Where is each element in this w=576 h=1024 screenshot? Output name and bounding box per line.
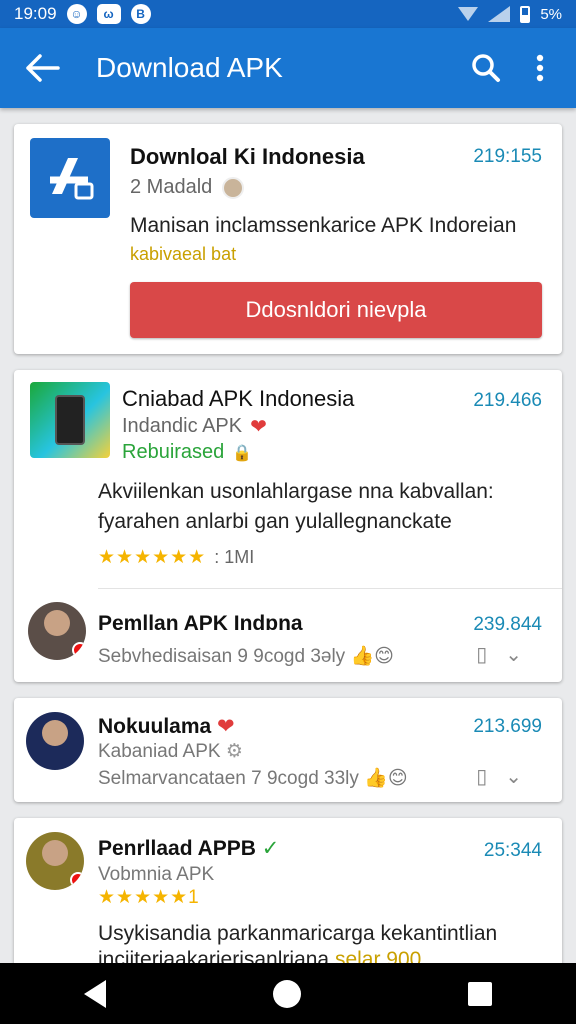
- chevron-down-icon[interactable]: ⌄: [505, 642, 522, 667]
- description-highlight: selar 900: [334, 948, 422, 963]
- card-number: 219:155: [473, 146, 542, 167]
- card-title: Nokuulama: [98, 715, 212, 738]
- app-icon: [30, 382, 110, 458]
- card-subtitle-row: 2 Madald: [130, 176, 245, 199]
- status-dot-icon: [70, 872, 84, 888]
- card-subtitle: Vobmnia APK: [98, 864, 215, 885]
- item-title: Pemllan APK Indɒna: [98, 612, 303, 635]
- description-text: inciiteriaakarierisanlriana: [98, 948, 330, 963]
- download-button[interactable]: Ddosnldori nievpla: [130, 282, 542, 338]
- arrow-back-icon: [26, 54, 60, 82]
- avatar: [26, 832, 84, 890]
- divider: [98, 588, 562, 589]
- app-card[interactable]: Cniabad APK Indonesia 219.466 Indandic A…: [14, 370, 562, 682]
- item-actions: ▯ ⌄: [476, 642, 522, 667]
- card-number: 219.466: [473, 390, 542, 411]
- card-number: 213.699: [473, 716, 542, 737]
- verified-icon: ✓: [261, 837, 280, 860]
- back-button[interactable]: [20, 46, 64, 90]
- card-title-row: Nokuulama ❤: [98, 714, 235, 739]
- gear-icon: ⚙: [225, 741, 243, 762]
- wifi-icon: [458, 7, 479, 21]
- navigation-bar: [0, 963, 576, 1024]
- avatar: [222, 176, 245, 199]
- app-icon: [30, 138, 110, 218]
- app-bar: Download APK: [0, 28, 576, 108]
- search-button[interactable]: [464, 46, 508, 90]
- rating-row: ★★★★★★ : 1MI: [98, 546, 254, 569]
- status-bar: 19:09 ☺ ω B 5%: [0, 0, 576, 28]
- nav-recents-icon[interactable]: [468, 981, 493, 1006]
- nav-home-icon[interactable]: [272, 979, 301, 1008]
- app-notification-icon: ω: [96, 4, 121, 24]
- status-text: Rebuirased: [122, 441, 225, 463]
- card-tag: kabivaeal bat: [130, 244, 237, 264]
- phone-icon: [55, 395, 85, 445]
- card-title-row: Penrllaad APPB ✓: [98, 836, 279, 861]
- rating-stars: ★★★★★1: [98, 887, 200, 908]
- heart-icon: ❤: [250, 416, 267, 438]
- rating-count: : 1MI: [214, 547, 255, 567]
- heart-icon: ❤: [217, 715, 235, 738]
- content-list[interactable]: Downloal Ki Indonesia 219:155 2 Madald M…: [0, 108, 576, 963]
- app-card[interactable]: Penrllaad APPB ✓ 25:344 Vobmnia APK ★★★★…: [14, 818, 562, 963]
- avatar: [26, 712, 84, 770]
- download-logo-icon: [50, 158, 94, 200]
- card-subtitle: Kabaniad APK: [98, 741, 221, 762]
- status-dot-icon: [72, 642, 86, 658]
- item-actions: ▯ ⌄: [476, 764, 522, 789]
- item-number: 239.844: [473, 614, 542, 635]
- card-subtitle-row: Indandic APK ❤: [122, 414, 267, 439]
- card-description-2: inciiteriaakarierisanlriana selar 900: [98, 948, 421, 963]
- card-subtitle-row: Kabaniad APK ⚙: [98, 740, 243, 763]
- page-title: Download APK: [96, 52, 283, 83]
- card-description: Akviilenkan usonlahlargase nna kabvallan…: [98, 480, 494, 503]
- featured-app-card[interactable]: Downloal Ki Indonesia 219:155 2 Madald M…: [14, 124, 562, 354]
- status-row: Rebuirased 🔒: [122, 441, 252, 464]
- clipboard-icon[interactable]: ▯: [476, 764, 487, 789]
- card-title: Downloal Ki Indonesia: [130, 144, 365, 169]
- app-card[interactable]: Nokuulama ❤ 213.699 Kabaniad APK ⚙ Selma…: [14, 698, 562, 802]
- card-description: Manisan inclamssenkarice APK Indoreian: [130, 214, 517, 237]
- rating-stars: ★★★★★★: [98, 547, 207, 568]
- card-number: 25:344: [483, 840, 542, 861]
- status-time: 19:09: [14, 4, 57, 23]
- chevron-down-icon[interactable]: ⌄: [505, 764, 522, 789]
- search-icon: [472, 54, 500, 82]
- battery-level: 5%: [540, 5, 562, 23]
- more-vert-icon: [536, 54, 544, 82]
- nav-back-icon[interactable]: [83, 979, 106, 1008]
- clipboard-icon[interactable]: ▯: [476, 642, 487, 667]
- lock-icon: 🔒: [232, 444, 253, 462]
- card-description: Usykisandia parkanmaricarga kekantintlia…: [98, 922, 498, 945]
- more-options-button[interactable]: [518, 46, 562, 90]
- battery-icon: [520, 5, 531, 23]
- avatar: [28, 602, 86, 660]
- card-subtitle: Indandic APK: [122, 415, 243, 437]
- item-subtitle: Selmarvancataen 7 9cogd 33ly 👍😊: [98, 768, 408, 789]
- card-subtitle: 2 Madald: [130, 176, 213, 198]
- signal-icon: [488, 6, 511, 22]
- b-notification-icon: B: [130, 4, 151, 24]
- item-subtitle: Sebvhedisaisan 9 9cogd 3ǝly 👍😊: [98, 646, 394, 667]
- status-right: 5%: [458, 5, 562, 23]
- card-title: Cniabad APK Indonesia: [122, 386, 355, 411]
- smiley-notification-icon: ☺: [66, 4, 87, 24]
- card-description-2: fyarahen anlarbi gan yulallegnanckate: [98, 510, 452, 533]
- status-left: 19:09 ☺ ω B: [14, 4, 151, 24]
- card-title: Penrllaad APPB: [98, 837, 256, 860]
- list-item[interactable]: Pemllan APK Indɒna 239.844 Sebvhedisaisa…: [14, 596, 562, 676]
